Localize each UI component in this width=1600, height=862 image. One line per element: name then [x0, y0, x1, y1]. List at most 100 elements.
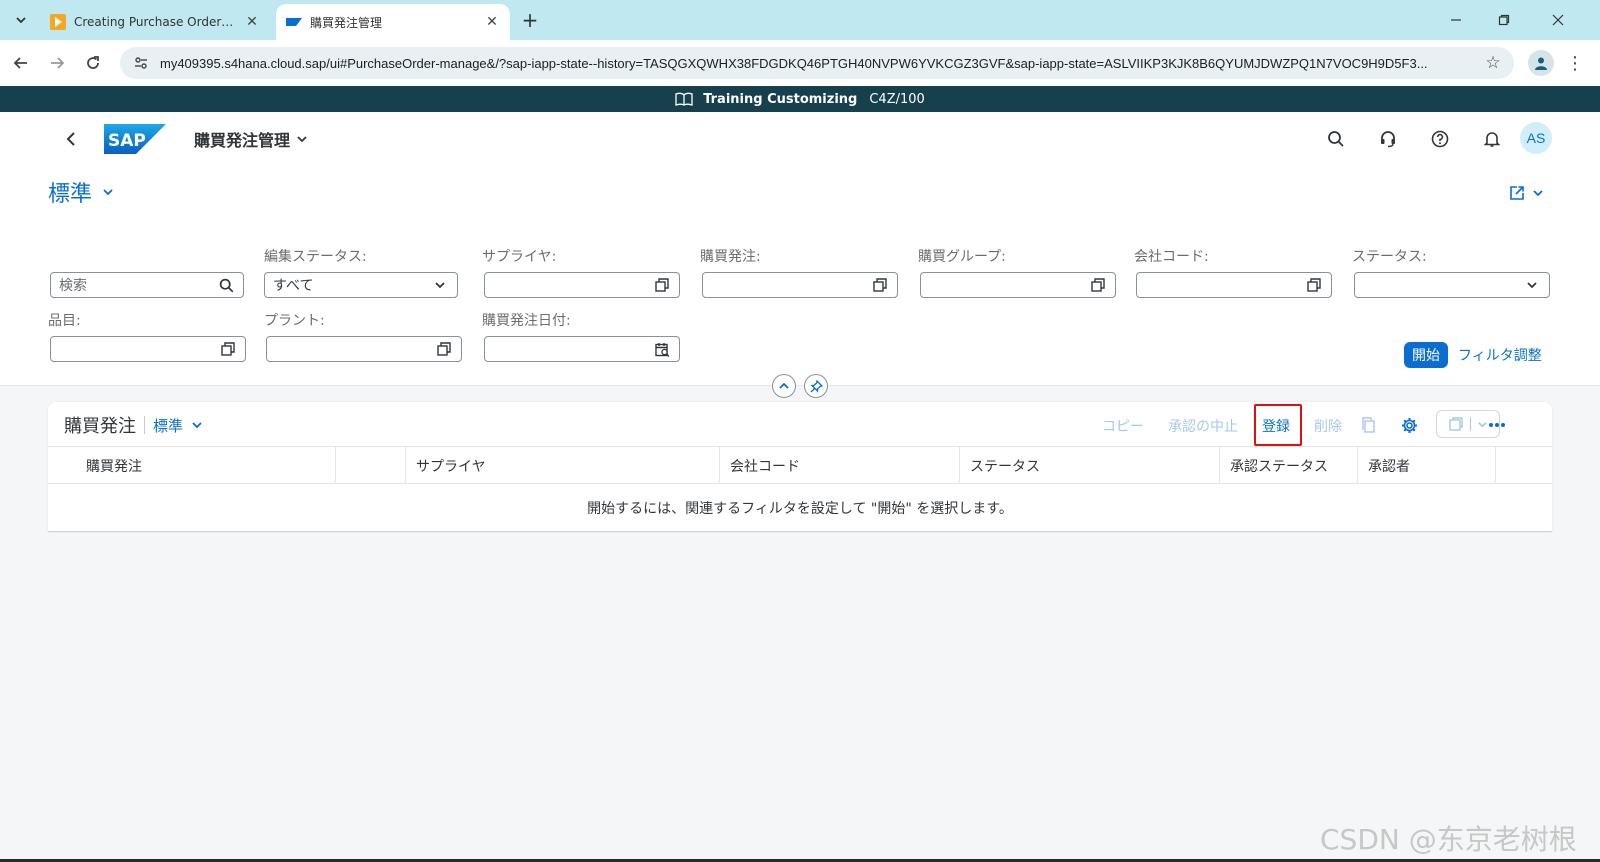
column-approver[interactable]: 承認者 — [1358, 447, 1496, 484]
table-settings-button[interactable] — [1398, 414, 1420, 436]
purchasing-group-label: 購買グループ: — [918, 249, 1006, 265]
chevron-left-icon — [66, 132, 75, 146]
tab-label: 購買発注管理 — [310, 15, 383, 30]
chevron-down-icon — [103, 189, 113, 196]
tab-label: Creating Purchase Orders (BMY — [74, 15, 238, 29]
column-supplier[interactable]: サプライヤ — [406, 447, 720, 484]
chevron-down-icon — [1533, 190, 1543, 197]
minimize-button[interactable] — [1438, 6, 1474, 34]
table-variant-selector[interactable]: 標準 — [153, 415, 203, 436]
company-code-label: 会社コード: — [1134, 249, 1209, 265]
calendar-icon[interactable] — [653, 340, 671, 358]
table-column-header: 購買発注 サプライヤ 会社コード ステータス 承認ステータス 承認者 — [48, 446, 1552, 484]
browser-profile-button[interactable] — [1528, 50, 1554, 76]
more-options-button[interactable] — [1486, 414, 1508, 436]
value-help-icon[interactable] — [219, 340, 237, 358]
title-separator — [144, 416, 145, 434]
column-status[interactable]: ステータス — [960, 447, 1220, 484]
app-title-menu[interactable]: 購買発注管理 — [194, 127, 308, 151]
status-select[interactable] — [1354, 272, 1550, 298]
po-date-label: 購買発注日付: — [482, 313, 571, 329]
browser-toolbar: my409395.s4hana.cloud.sap/ui#PurchaseOrd… — [0, 40, 1600, 86]
help-button[interactable] — [1428, 127, 1452, 151]
delete-button[interactable]: 削除 — [1314, 416, 1342, 436]
cancel-approval-button[interactable]: 承認の中止 — [1168, 416, 1238, 436]
svg-text:SAP: SAP — [108, 131, 146, 151]
value-help-icon[interactable] — [871, 276, 889, 294]
sap-logo[interactable]: SAP — [104, 124, 166, 154]
copy-document-button[interactable] — [1358, 414, 1380, 436]
purchasing-group-input[interactable] — [920, 272, 1116, 298]
browser-tab-tutorial[interactable]: Creating Purchase Orders (BMY ✕ — [40, 4, 270, 40]
column-approval-status[interactable]: 承認ステータス — [1220, 447, 1358, 484]
notifications-button[interactable] — [1480, 127, 1504, 151]
close-icon — [1552, 14, 1564, 26]
po-date-input[interactable] — [484, 336, 680, 362]
collapse-header-button[interactable] — [772, 374, 796, 398]
adapt-filters-link[interactable]: フィルタ調整 — [1458, 345, 1542, 365]
copy-button[interactable]: コピー — [1102, 416, 1144, 436]
url-text: my409395.s4hana.cloud.sap/ui#PurchaseOrd… — [160, 55, 1428, 71]
plant-input[interactable] — [266, 336, 462, 362]
value-help-icon[interactable] — [653, 276, 671, 294]
search-input[interactable]: 検索 — [50, 272, 244, 298]
book-icon — [675, 92, 693, 106]
create-button-highlight — [1254, 404, 1302, 446]
restore-icon — [1498, 14, 1510, 26]
user-avatar[interactable]: AS — [1520, 122, 1552, 154]
plant-label: プラント: — [264, 313, 325, 329]
address-bar[interactable]: my409395.s4hana.cloud.sap/ui#PurchaseOrd… — [120, 47, 1514, 79]
purchase-order-label: 購買発注: — [700, 249, 761, 265]
more-vertical-icon: ⋮ — [1566, 52, 1584, 74]
chevron-down-icon — [431, 276, 449, 294]
new-tab-button[interactable]: + — [518, 8, 542, 32]
minimize-icon — [1451, 19, 1461, 21]
close-icon[interactable]: ✕ — [244, 14, 260, 30]
company-code-input[interactable] — [1136, 272, 1332, 298]
edit-status-select[interactable]: すべて — [264, 272, 458, 298]
share-button[interactable] — [1508, 182, 1548, 204]
chevron-down-icon — [1523, 276, 1541, 294]
back-button[interactable] — [8, 50, 34, 76]
browser-tab-manage-po[interactable]: 購買発注管理 ✕ — [276, 4, 510, 40]
shell-back-button[interactable] — [58, 126, 84, 152]
support-button[interactable] — [1376, 127, 1400, 151]
system-banner: Training Customizing C4Z/100 — [0, 86, 1600, 112]
restore-button[interactable] — [1486, 6, 1522, 34]
purchase-order-table: 購買発注 標準 コピー 承認の中止 登録 削除 購買発注 サプライヤ 会社コード… — [48, 402, 1552, 532]
pin-header-button[interactable] — [804, 374, 828, 398]
chevron-down-icon — [192, 422, 202, 429]
reload-button[interactable] — [80, 50, 106, 76]
value-help-icon[interactable] — [1089, 276, 1107, 294]
column-empty[interactable] — [336, 447, 406, 484]
help-icon — [1431, 130, 1449, 148]
browser-menu-button[interactable]: ⋮ — [1562, 50, 1588, 76]
browser-tab-bar: Creating Purchase Orders (BMY ✕ 購買発注管理 ✕… — [0, 0, 1600, 40]
tab-search-button[interactable] — [8, 8, 34, 32]
bookmark-star-icon[interactable]: ☆ — [1482, 52, 1504, 74]
variant-selector[interactable]: 標準 — [48, 176, 114, 208]
divider — [1470, 417, 1471, 431]
value-help-icon[interactable] — [1305, 276, 1323, 294]
go-button[interactable]: 開始 — [1404, 342, 1448, 368]
app-title: 購買発注管理 — [194, 131, 291, 150]
column-company-code[interactable]: 会社コード — [720, 447, 960, 484]
forward-button[interactable] — [44, 50, 70, 76]
supplier-input[interactable] — [484, 272, 680, 298]
purchase-order-input[interactable] — [702, 272, 898, 298]
close-icon[interactable]: ✕ — [484, 14, 500, 30]
headset-icon — [1381, 131, 1395, 148]
site-settings-icon[interactable] — [130, 52, 152, 74]
material-input[interactable] — [50, 336, 246, 362]
table-title: 購買発注 — [64, 416, 136, 437]
share-icon — [1510, 186, 1524, 200]
value-help-icon[interactable] — [435, 340, 453, 358]
search-placeholder: 検索 — [59, 278, 87, 294]
chevron-up-icon — [779, 382, 789, 389]
search-button[interactable] — [1324, 127, 1348, 151]
close-window-button[interactable] — [1540, 6, 1576, 34]
arrow-left-icon — [13, 57, 27, 69]
search-icon[interactable] — [217, 276, 235, 294]
column-purchase-order[interactable]: 購買発注 — [76, 447, 336, 484]
table-header: 購買発注 標準 — [64, 412, 203, 438]
